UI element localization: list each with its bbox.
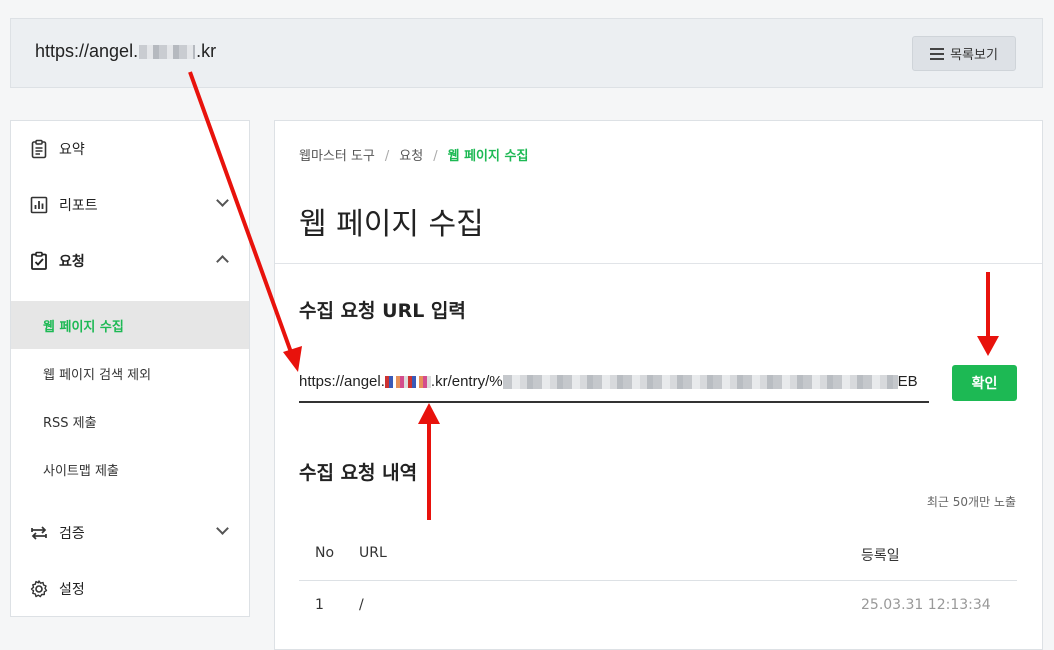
clipboard-check-icon (31, 251, 47, 270)
site-url-suffix: .kr (196, 41, 217, 61)
chevron-down-icon (216, 522, 229, 535)
breadcrumb-separator: / (384, 149, 390, 164)
sidebar-item-report[interactable]: 리포트 (11, 177, 249, 233)
column-header-no: No (315, 545, 335, 561)
sidebar-item-summary[interactable]: 요약 (11, 121, 249, 177)
confirm-button[interactable]: 확인 (952, 365, 1017, 401)
url-value-mid: .kr/entry/% (430, 373, 503, 390)
cell-date: 25.03.31 12:13:34 (861, 597, 991, 613)
sidebar-subitem-web-page-collect[interactable]: 웹 페이지 수집 (11, 301, 249, 349)
list-view-label: 목록보기 (950, 48, 998, 63)
breadcrumb-current: 웹 페이지 수집 (447, 149, 529, 164)
url-value-end: EB (897, 373, 918, 390)
sidebar-subitem-label: RSS 제출 (43, 415, 97, 431)
divider (275, 263, 1042, 264)
column-header-date: 등록일 (861, 548, 900, 564)
cell-no: 1 (315, 597, 324, 613)
gear-icon (30, 580, 48, 598)
url-input-section-title: 수집 요청 URL 입력 (299, 300, 466, 322)
redacted-blur (384, 376, 431, 389)
request-history-table: No URL 등록일 1 / 25.03.31 12:13:34 (299, 529, 1017, 635)
redacted-blur (139, 45, 196, 60)
redacted-blur (502, 375, 898, 390)
sidebar-subitem-label: 웹 페이지 검색 제외 (43, 367, 152, 383)
chevron-down-icon (216, 194, 229, 207)
chevron-up-icon (216, 255, 229, 268)
history-section-title: 수집 요청 내역 (299, 462, 418, 484)
sidebar-item-label: 리포트 (59, 198, 98, 214)
main-panel: 웹마스터 도구 / 요청 / 웹 페이지 수집 웹 페이지 수집 수집 요청 URL 입… (274, 120, 1043, 650)
site-header-bar: https://angel. .kr 목록보기 (10, 18, 1043, 88)
list-view-button[interactable]: 목록보기 (912, 36, 1016, 71)
site-url: https://angel. .kr (35, 41, 216, 62)
sidebar-item-label: 검증 (59, 526, 85, 542)
sidebar-subitem-rss-submit[interactable]: RSS 제출 (11, 397, 249, 445)
table-header: No URL 등록일 (299, 529, 1017, 581)
swap-icon (31, 526, 47, 540)
clipboard-icon (31, 139, 47, 159)
table-row: 1 / 25.03.31 12:13:34 (299, 581, 1017, 635)
breadcrumb-separator: / (433, 149, 438, 164)
sidebar-item-label: 요청 (59, 254, 85, 270)
sidebar-subitem-sitemap-submit[interactable]: 사이트맵 제출 (11, 445, 249, 493)
column-header-url: URL (359, 545, 387, 561)
breadcrumb-item[interactable]: 요청 (399, 149, 423, 164)
url-input[interactable]: https://angel. .kr/entry/% EB (299, 365, 929, 403)
breadcrumb: 웹마스터 도구 / 요청 / 웹 페이지 수집 (299, 145, 528, 164)
site-url-prefix: https://angel. (35, 41, 139, 61)
bar-chart-icon (30, 196, 48, 214)
sidebar-item-verify[interactable]: 검증 (11, 505, 249, 561)
cell-url: / (359, 597, 364, 613)
limit-note: 최근 50개만 노출 (926, 495, 1016, 509)
url-value-prefix: https://angel. (299, 373, 385, 390)
breadcrumb-item[interactable]: 웹마스터 도구 (299, 149, 375, 164)
sidebar-item-label: 설정 (59, 582, 85, 598)
sidebar: 요약 리포트 요청 웹 페이지 수집 웹 페이지 검색 제외 RSS 제출 사이… (10, 120, 250, 617)
sidebar-subitem-search-exclude[interactable]: 웹 페이지 검색 제외 (11, 349, 249, 397)
sidebar-item-request[interactable]: 요청 (11, 233, 249, 289)
sidebar-subitem-label: 웹 페이지 수집 (43, 319, 124, 335)
sidebar-item-settings[interactable]: 설정 (11, 561, 249, 617)
list-icon (930, 47, 945, 60)
sidebar-subitem-label: 사이트맵 제출 (43, 463, 119, 479)
sidebar-item-label: 요약 (59, 142, 85, 158)
page-title: 웹 페이지 수집 (299, 207, 484, 242)
